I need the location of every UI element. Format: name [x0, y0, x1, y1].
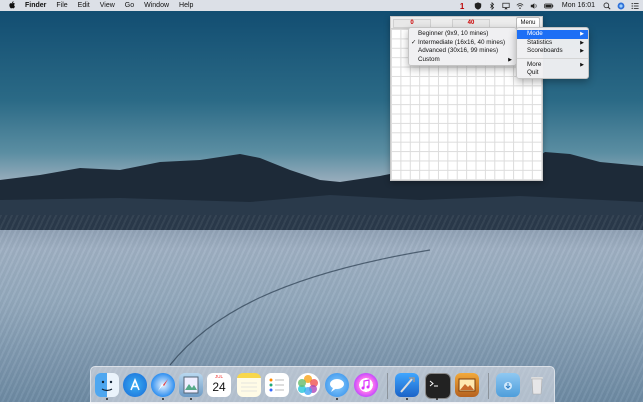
menu-item-more[interactable]: More ▶: [517, 61, 588, 70]
running-indicator: [406, 398, 408, 400]
volume-icon[interactable]: [530, 2, 538, 10]
app-menu-dropdown: Mode ▶ Statistics ▶ Scoreboards ▶ More ▶ Qui…: [516, 27, 589, 79]
dock-separator: [387, 373, 388, 399]
menu-view[interactable]: View: [100, 2, 115, 9]
status-area: 1 Mon 16:01: [460, 0, 639, 11]
menu-bar: Finder File Edit View Go Window Help 1 M…: [0, 0, 643, 11]
app-menu-finder[interactable]: Finder: [25, 2, 46, 9]
menu-file[interactable]: File: [56, 2, 67, 9]
notes-icon[interactable]: [237, 373, 261, 397]
submenu-arrow-icon: ▶: [580, 48, 584, 54]
calendar-month: JUL: [214, 374, 223, 379]
airplay-icon[interactable]: [502, 2, 510, 10]
spotlight-search-icon[interactable]: [603, 2, 611, 10]
menu-item-statistics[interactable]: Statistics ▶: [517, 39, 588, 48]
menu-item-quit[interactable]: Quit: [517, 69, 588, 78]
messages-icon[interactable]: [325, 373, 349, 397]
siri-icon[interactable]: [617, 2, 625, 10]
bluetooth-icon[interactable]: [488, 1, 496, 10]
dock-separator: [488, 373, 489, 399]
calendar-icon[interactable]: JUL 24: [207, 373, 231, 397]
mode-submenu: Beginner (9x9, 10 mines) ✓ Intermediate (…: [408, 27, 517, 66]
menu-separator: [517, 57, 588, 59]
terminal-icon[interactable]: [425, 373, 451, 399]
running-indicator: [106, 398, 108, 400]
menu-item-mode[interactable]: Mode ▶: [517, 30, 588, 39]
submenu-arrow-icon: ▶: [580, 61, 584, 68]
app-store-icon[interactable]: [123, 373, 147, 397]
menu-go[interactable]: Go: [125, 2, 134, 9]
safari-icon[interactable]: [151, 373, 175, 397]
battery-icon[interactable]: [544, 2, 554, 10]
notification-center-icon[interactable]: [631, 2, 639, 10]
running-indicator: [336, 398, 338, 400]
apple-menu-icon[interactable]: [9, 0, 17, 11]
submenu-arrow-icon: ▶: [580, 39, 584, 46]
xcode-icon[interactable]: [395, 373, 419, 397]
downloads-folder-icon[interactable]: [496, 373, 520, 397]
mode-custom[interactable]: Custom ▶: [409, 56, 516, 65]
menu-clock[interactable]: Mon 16:01: [562, 2, 595, 9]
photos-icon[interactable]: [296, 373, 320, 397]
running-indicator: [436, 398, 438, 400]
mode-beginner[interactable]: Beginner (9x9, 10 mines): [409, 30, 516, 39]
running-indicator: [190, 398, 192, 400]
calendar-day: 24: [212, 380, 226, 394]
checkmark-icon: ✓: [411, 38, 417, 46]
preview-icon[interactable]: [179, 373, 203, 397]
finder-icon[interactable]: [95, 373, 119, 397]
submenu-arrow-icon: ▶: [580, 31, 584, 37]
itunes-icon[interactable]: [354, 373, 378, 397]
mode-intermediate[interactable]: ✓ Intermediate (16x16, 40 mines): [409, 39, 516, 48]
running-indicator: [162, 398, 164, 400]
submenu-arrow-icon: ▶: [508, 56, 512, 63]
menu-item-scoreboards[interactable]: Scoreboards ▶: [517, 47, 588, 56]
mode-advanced[interactable]: Advanced (30x16, 99 mines): [409, 47, 516, 56]
shield-icon[interactable]: [474, 1, 482, 10]
dock: JUL 24: [90, 366, 555, 404]
reminders-icon[interactable]: [265, 373, 289, 397]
menu-window[interactable]: Window: [144, 2, 169, 9]
menu-edit[interactable]: Edit: [78, 2, 90, 9]
wifi-icon[interactable]: [516, 2, 524, 10]
trash-icon[interactable]: [525, 373, 549, 397]
menu-help[interactable]: Help: [179, 2, 193, 9]
minesweeper-status-icon[interactable]: 1: [460, 2, 468, 11]
instruments-icon[interactable]: [455, 373, 479, 397]
